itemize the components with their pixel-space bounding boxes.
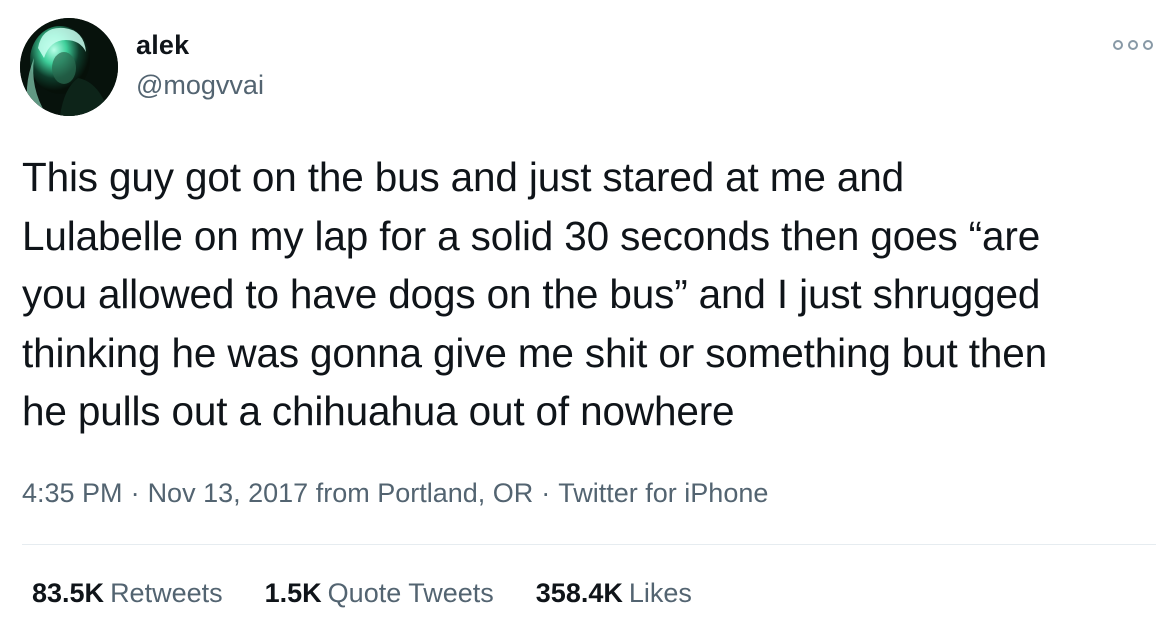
meta-separator: · [130,478,140,508]
likes-label: Likes [628,578,692,608]
retweets-count: 83.5K [32,578,105,608]
tweet-client[interactable]: Twitter for iPhone [558,478,768,508]
display-name[interactable]: alek [136,30,189,61]
user-handle[interactable]: @mogvvai [136,70,264,101]
tweet-stats: 83.5K Retweets 1.5K Quote Tweets 358.4K Lik… [32,578,734,609]
avatar[interactable] [20,18,118,116]
tweet-time[interactable]: 4:35 PM [22,478,123,508]
tweet-card: alek @mogvvai This guy got on the bus an… [0,0,1172,628]
avatar-image [20,18,118,116]
quote-tweets-count: 1.5K [264,578,322,608]
likes-count: 358.4K [535,578,623,608]
likes-stat[interactable]: 358.4K Likes [536,578,692,609]
tweet-date[interactable]: Nov 13, 2017 [148,478,309,508]
tweet-text: This guy got on the bus and just stared … [22,154,1047,434]
tweet-location[interactable]: from Portland, OR [316,478,534,508]
tweet-metadata: 4:35 PM · Nov 13, 2017 from Portland, OR · T… [22,478,768,509]
more-options-icon [1113,40,1153,50]
quote-tweets-label: Quote Tweets [327,578,494,608]
retweets-stat[interactable]: 83.5K Retweets [32,578,223,609]
divider [22,544,1156,545]
more-options-button[interactable] [1108,32,1158,58]
retweets-label: Retweets [110,578,223,608]
quote-tweets-stat[interactable]: 1.5K Quote Tweets [265,578,494,609]
meta-separator: · [541,478,551,508]
